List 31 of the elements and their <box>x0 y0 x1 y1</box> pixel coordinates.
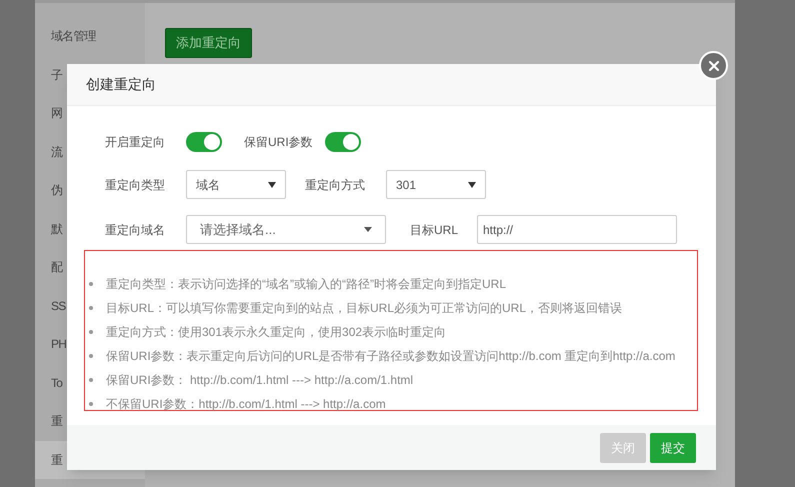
domain-select-field[interactable]: 请选择域名... <box>186 215 386 244</box>
note-text: 不保留URI参数：http://b.com/1.html ---> http://a.com <box>106 396 386 413</box>
bullet-icon <box>89 282 93 286</box>
bullet-icon <box>89 306 93 310</box>
note-text: 保留URI参数：表示重定向后访问的URL是否带有子路径或参数如设置访问http://b.com 重定向到http://a.com <box>106 348 676 365</box>
sidebar-item[interactable]: 域名管理 <box>35 17 145 56</box>
bullet-icon <box>89 378 93 382</box>
note-text: 目标URL：可以填写你需要重定向到的站点，目标URL必须为可正常访问的URL，否则将返回错误 <box>106 300 622 317</box>
dialog-title: 创建重定向 <box>86 75 156 94</box>
field-label: 目标URL <box>410 222 460 238</box>
select-field[interactable]: 301 <box>386 170 486 199</box>
caret-icon <box>468 182 476 188</box>
add-redirect-button[interactable]: 添加重定向 <box>165 28 252 58</box>
bullet-icon <box>89 330 93 334</box>
field-label: 重定向域名 <box>105 222 166 238</box>
field-label: 重定向类型 <box>105 176 166 194</box>
note-text: 重定向方式：使用301表示永久重定向，使用302表示临时重定向 <box>106 324 446 341</box>
target-url-field[interactable]: http:// <box>477 215 677 244</box>
bullet-icon <box>89 354 93 358</box>
select-field[interactable]: 域名 <box>186 170 286 199</box>
submit-button[interactable]: 提交 <box>650 432 696 462</box>
switch-label: 开启重定向 <box>105 134 166 151</box>
note-text: 保留URI参数： http://b.com/1.html ---> http://a.com/1.html <box>106 372 414 389</box>
note-text: 重定向类型：表示访问选择的“域名”或输入的“路径”时将会重定向到指定URL <box>106 276 506 293</box>
toggle-switch[interactable] <box>186 132 222 152</box>
caret-icon <box>268 182 276 188</box>
caret-icon <box>364 227 372 232</box>
switch-label: 保留URI参数 <box>244 134 314 151</box>
toggle-switch[interactable] <box>325 132 361 152</box>
field-label: 重定向方式 <box>305 176 366 194</box>
bullet-icon <box>89 402 93 406</box>
